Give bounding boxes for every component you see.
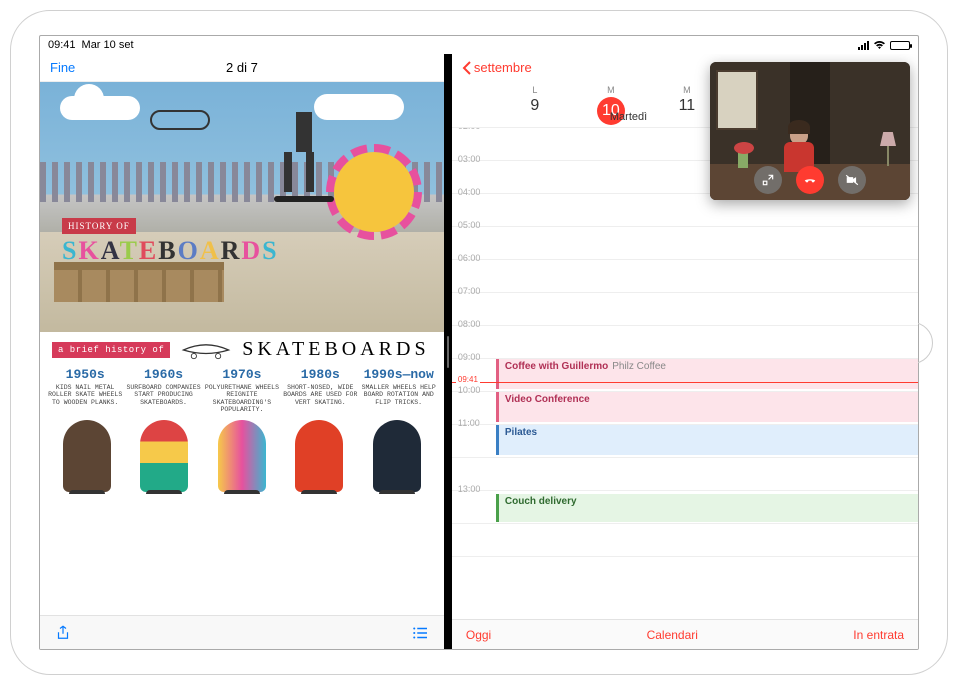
skateboard-thumb: [63, 420, 111, 492]
event-coffee[interactable]: Coffee with GuillermoPhilz Coffee: [496, 359, 918, 389]
skateboard-thumb: [218, 420, 266, 492]
screen: 09:41 Mar 10 set Fine 2 di 7: [39, 35, 919, 650]
hero-title: HISTORY OF SKATEBOARDS: [62, 216, 279, 266]
ipad-device: 09:41 Mar 10 set Fine 2 di 7: [10, 10, 948, 675]
now-indicator: 09:41: [452, 382, 918, 383]
skateboard-sketch-icon: [180, 339, 232, 361]
share-icon[interactable]: [54, 624, 72, 642]
chevron-left-icon: [462, 61, 472, 75]
pip-hangup-button[interactable]: [796, 166, 824, 194]
hero-image[interactable]: HISTORY OF SKATEBOARDS: [40, 82, 444, 332]
wifi-icon: [873, 40, 886, 50]
status-date: Mar 10 set: [82, 39, 134, 51]
signal-icon: [858, 41, 869, 50]
back-label: settembre: [474, 60, 532, 75]
status-time: 09:41: [48, 39, 76, 51]
brief-badge: a brief history of: [52, 342, 170, 358]
left-toolbar: [40, 615, 444, 649]
hero-badge: HISTORY OF: [62, 218, 136, 234]
skateboard-thumb: [295, 420, 343, 492]
cloud-illustration: [60, 96, 140, 120]
decade-item: 1970sPOLYURETHANE WHEELS REIGNITE SKATEB…: [205, 367, 279, 414]
battery-icon: [890, 41, 910, 50]
calendar-footer: Oggi Calendari In entrata: [452, 619, 918, 649]
left-app: Fine 2 di 7 HISTORY OF: [40, 54, 444, 649]
event-couch[interactable]: Couch delivery: [496, 494, 918, 522]
decade-item: 1960sSURFBOARD COMPANIES START PRODUCING…: [126, 367, 200, 414]
timeline[interactable]: 02:00 03:00 04:00 05:00 06:00 07:00 08:0…: [452, 127, 918, 619]
decade-item: 1980sSHORT-NOSED, WIDE BOARDS ARE USED F…: [283, 367, 357, 414]
pip-flowers-illustration: [734, 142, 754, 154]
boards-row: [40, 416, 444, 494]
pip-controls: [710, 166, 910, 194]
skater-illustration: [264, 112, 344, 202]
skateboard-thumb: [140, 420, 188, 492]
pip-camera-off-button[interactable]: [838, 166, 866, 194]
inbox-button[interactable]: In entrata: [853, 628, 904, 642]
brief-title: SKATEBOARDS: [242, 338, 429, 361]
pip-person-illustration: [790, 124, 814, 172]
split-divider[interactable]: [444, 54, 452, 649]
left-header: Fine 2 di 7: [40, 54, 444, 82]
event-video[interactable]: Video Conference: [496, 392, 918, 422]
decade-item: 1950sKIDS NAIL METAL ROLLER SKATE WHEELS…: [48, 367, 122, 414]
skateboard-thumb: [373, 420, 421, 492]
decades-row: 1950sKIDS NAIL METAL ROLLER SKATE WHEELS…: [40, 363, 444, 416]
day-cell[interactable]: L9: [512, 85, 558, 125]
cloud-outline-illustration: [150, 110, 210, 130]
pip-window-illustration: [716, 70, 758, 130]
status-bar: 09:41 Mar 10 set: [40, 36, 918, 54]
pip-facetime[interactable]: [710, 62, 910, 200]
hero-word: SKATEBOARDS: [62, 236, 279, 266]
calendar-app: settembre L9 M10 M11 Martedì 02:00 03:00…: [452, 54, 918, 649]
brief-heading: a brief history of SKATEBOARDS: [40, 332, 444, 363]
back-button[interactable]: settembre: [462, 60, 532, 75]
done-button[interactable]: Fine: [50, 60, 75, 75]
decade-item: 1990s—nowSMALLER WHEELS HELP BOARD ROTAT…: [361, 367, 435, 414]
split-view: Fine 2 di 7 HISTORY OF: [40, 54, 918, 649]
pip-expand-button[interactable]: [754, 166, 782, 194]
event-pilates[interactable]: Pilates: [496, 425, 918, 455]
calendars-button[interactable]: Calendari: [647, 628, 698, 642]
pallet-illustration: [54, 262, 224, 302]
pip-lamp-illustration: [880, 132, 896, 166]
today-button[interactable]: Oggi: [466, 628, 491, 642]
list-icon[interactable]: [412, 624, 430, 642]
star-burst-illustration: [334, 152, 414, 232]
page-counter: 2 di 7: [226, 60, 258, 75]
